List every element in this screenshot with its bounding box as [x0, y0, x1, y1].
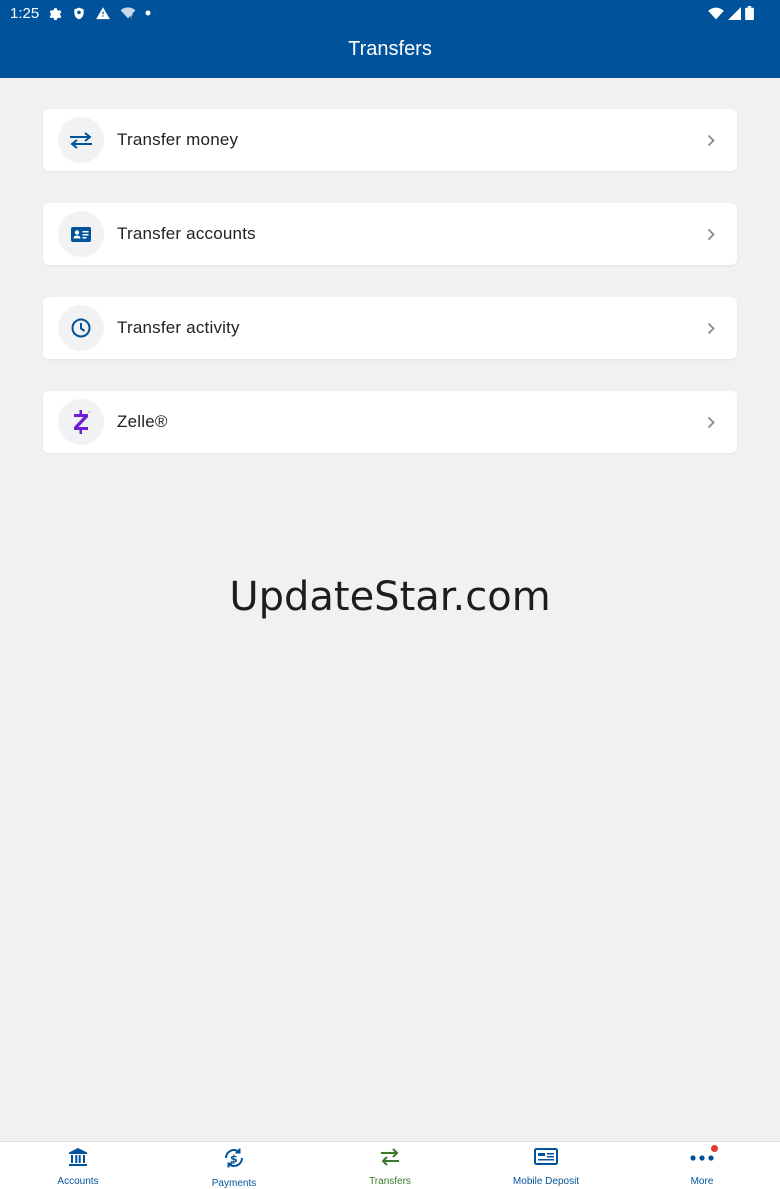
menu-item-transfer-money[interactable]: Transfer money: [43, 109, 737, 171]
zelle-logo-icon: [58, 399, 104, 445]
menu-item-label: Transfer money: [117, 130, 239, 149]
nav-label: Mobile Deposit: [512, 1176, 580, 1187]
clock-icon: [58, 305, 104, 351]
wifi-question-icon: ?: [120, 6, 136, 20]
status-bar: 1:25 ?: [0, 0, 780, 26]
nav-label: More: [690, 1176, 714, 1187]
chevron-right-icon: [707, 134, 715, 147]
nav-item-accounts[interactable]: Accounts: [0, 1142, 156, 1189]
svg-text:$: $: [230, 1153, 238, 1166]
menu-item-transfer-accounts[interactable]: Transfer accounts: [43, 203, 737, 265]
bank-icon: [67, 1146, 89, 1173]
check-deposit-icon: [534, 1146, 558, 1173]
menu-item-transfer-activity[interactable]: Transfer activity: [43, 297, 737, 359]
svg-text:?: ?: [130, 12, 134, 20]
watermark-text: UpdateStar.com: [229, 574, 551, 620]
nav-label: Payments: [211, 1178, 257, 1189]
transfer-menu-list: Transfer money Transfer accounts Transfe…: [43, 109, 737, 485]
nav-item-mobile-deposit[interactable]: Mobile Deposit: [468, 1142, 624, 1189]
battery-icon: [745, 6, 754, 20]
menu-item-zelle[interactable]: Zelle®: [43, 391, 737, 453]
nav-item-transfers[interactable]: Transfers: [312, 1142, 468, 1189]
wifi-icon: [708, 7, 724, 20]
shield-icon: [72, 6, 86, 21]
menu-item-label: Transfer activity: [117, 318, 240, 337]
menu-item-label: Zelle®: [117, 412, 168, 431]
app-bar: 1:25 ? Transfers: [0, 0, 780, 78]
gear-icon: [48, 6, 63, 21]
id-card-icon: [58, 211, 104, 257]
nav-label: Accounts: [57, 1176, 99, 1187]
dot-icon: [145, 10, 151, 16]
chevron-right-icon: [707, 322, 715, 335]
dollar-cycle-icon: $: [222, 1146, 246, 1175]
swap-arrows-icon: [58, 117, 104, 163]
status-time: 1:25: [10, 4, 40, 22]
signal-icon: [728, 6, 741, 20]
warning-icon: [95, 6, 111, 21]
chevron-right-icon: [707, 228, 715, 241]
nav-label: Transfers: [369, 1176, 411, 1187]
bottom-navigation: Accounts $ Payments Transfers Mobile Dep…: [0, 1141, 780, 1189]
nav-item-payments[interactable]: $ Payments: [156, 1142, 312, 1189]
menu-item-label: Transfer accounts: [117, 224, 256, 243]
page-title: Transfers: [348, 38, 432, 60]
nav-item-more[interactable]: More: [624, 1142, 780, 1189]
chevron-right-icon: [707, 416, 715, 429]
swap-arrows-icon: [379, 1146, 401, 1173]
notification-badge: [711, 1145, 718, 1152]
